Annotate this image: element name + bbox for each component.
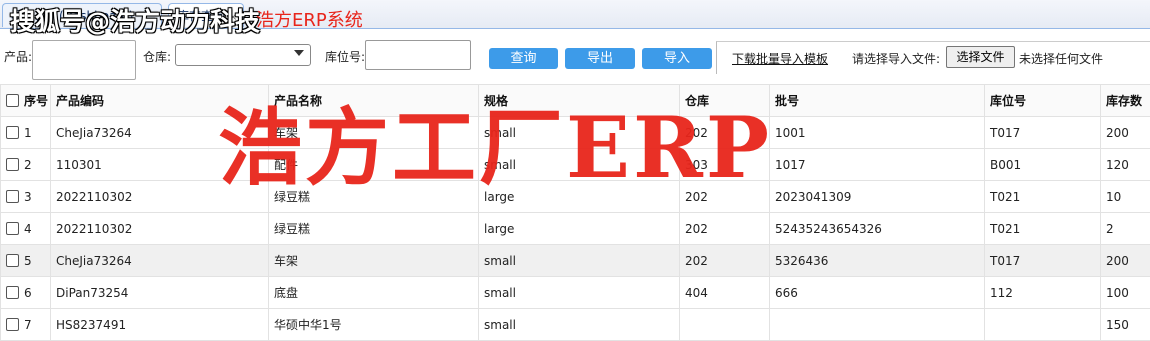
row-checkbox[interactable] bbox=[6, 190, 19, 203]
cell-quantity: 120 bbox=[1101, 149, 1150, 181]
cell-quantity: 200 bbox=[1101, 117, 1150, 149]
cell-row-index: 1 bbox=[1, 117, 51, 149]
cell-product-name: 车架 bbox=[269, 245, 479, 277]
column-header-location[interactable]: 库位号 bbox=[985, 85, 1101, 117]
row-checkbox[interactable] bbox=[6, 158, 19, 171]
row-checkbox[interactable] bbox=[6, 254, 19, 267]
cell-row-index: 3 bbox=[1, 181, 51, 213]
cell-warehouse: 202 bbox=[680, 245, 770, 277]
brand-title: 浩方ERP系统 bbox=[256, 6, 363, 32]
select-all-checkbox[interactable] bbox=[6, 94, 19, 107]
cell-quantity: 100 bbox=[1101, 277, 1150, 309]
cell-spec: large bbox=[479, 213, 680, 245]
cell-quantity: 2 bbox=[1101, 213, 1150, 245]
column-header-index: 序号 bbox=[1, 85, 51, 117]
no-file-text: 未选择任何文件 bbox=[1019, 50, 1103, 67]
watermark-overlay: 浩方工厂ERP bbox=[218, 106, 772, 190]
query-button[interactable]: 查询 bbox=[489, 48, 558, 69]
cell-product-name: 绿豆糕 bbox=[269, 213, 479, 245]
location-input[interactable] bbox=[365, 40, 471, 70]
cell-batch-number: 1001 bbox=[770, 117, 985, 149]
column-header-quantity[interactable]: 库存数 bbox=[1101, 85, 1150, 117]
import-button[interactable]: 导入 bbox=[642, 48, 712, 69]
location-label: 库位号: bbox=[325, 48, 365, 65]
cell-spec: small bbox=[479, 245, 680, 277]
cell-batch-number: 1017 bbox=[770, 149, 985, 181]
table-row[interactable]: 6DiPan73254底盘small404666112100 bbox=[1, 277, 1150, 309]
cell-location: T021 bbox=[985, 213, 1101, 245]
download-template-link[interactable]: 下载批量导入模板 bbox=[732, 50, 828, 67]
choose-file-button[interactable]: 选择文件 bbox=[946, 46, 1015, 68]
cell-batch-number: 2023041309 bbox=[770, 181, 985, 213]
column-header-batch[interactable]: 批号 bbox=[770, 85, 985, 117]
row-checkbox[interactable] bbox=[6, 286, 19, 299]
cell-quantity: 200 bbox=[1101, 245, 1150, 277]
cell-product-code: 2022110302 bbox=[51, 213, 269, 245]
cell-warehouse: 404 bbox=[680, 277, 770, 309]
cell-batch-number: 666 bbox=[770, 277, 985, 309]
table-row[interactable]: 5CheJia73264车架small2025326436T017200 bbox=[1, 245, 1150, 277]
cell-location: 112 bbox=[985, 277, 1101, 309]
cell-product-code: CheJia73264 bbox=[51, 245, 269, 277]
cell-spec: small bbox=[479, 277, 680, 309]
export-button[interactable]: 导出 bbox=[565, 48, 635, 69]
warehouse-label: 仓库: bbox=[143, 48, 171, 65]
cell-warehouse: 202 bbox=[680, 213, 770, 245]
product-label: 产品: bbox=[4, 48, 32, 65]
cell-batch-number: 5326436 bbox=[770, 245, 985, 277]
watermark-source: 搜狐号@浩方动力科技 bbox=[10, 2, 260, 38]
product-textarea[interactable] bbox=[32, 40, 136, 80]
cell-location: B001 bbox=[985, 149, 1101, 181]
filter-bar: 产品: 仓库: 库位号: 查询 导出 导入 下载批量导入模板 请选择导入文件: … bbox=[0, 36, 1150, 84]
cell-batch-number: 52435243654326 bbox=[770, 213, 985, 245]
row-checkbox[interactable] bbox=[6, 318, 19, 331]
cell-product-code: DiPan73254 bbox=[51, 277, 269, 309]
cell-row-index: 2 bbox=[1, 149, 51, 181]
row-checkbox[interactable] bbox=[6, 222, 19, 235]
table-row[interactable]: 42022110302绿豆糕large20252435243654326T021… bbox=[1, 213, 1150, 245]
cell-quantity: 10 bbox=[1101, 181, 1150, 213]
cell-product-name: 底盘 bbox=[269, 277, 479, 309]
chevron-down-icon bbox=[294, 50, 304, 56]
cell-row-index: 6 bbox=[1, 277, 51, 309]
cell-location: T017 bbox=[985, 117, 1101, 149]
cell-location: T021 bbox=[985, 181, 1101, 213]
choose-file-label: 请选择导入文件: bbox=[852, 50, 940, 67]
cell-row-index: 4 bbox=[1, 213, 51, 245]
warehouse-select[interactable] bbox=[175, 44, 311, 66]
cell-row-index: 5 bbox=[1, 245, 51, 277]
cell-location: T017 bbox=[985, 245, 1101, 277]
row-checkbox[interactable] bbox=[6, 126, 19, 139]
